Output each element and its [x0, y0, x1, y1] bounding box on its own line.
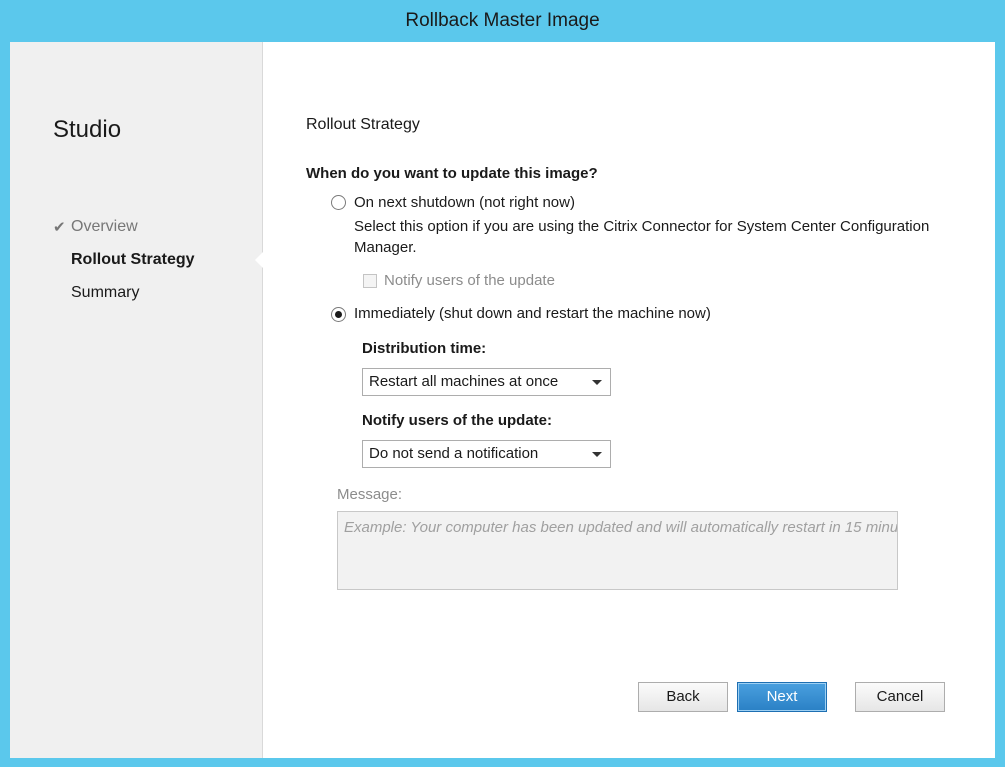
sidebar-app-title: Studio [53, 116, 122, 143]
page-title: Rollout Strategy [306, 116, 420, 133]
notify-users-label: Notify users of the update: [362, 412, 553, 429]
shutdown-option-description: Select this option if you are using the … [354, 218, 930, 256]
update-question: When do you want to update this image? [306, 165, 598, 182]
immediately-option-label[interactable]: Immediately (shut down and restart the m… [354, 305, 711, 322]
sidebar-item-label: Summary [71, 284, 140, 301]
immediately-radio[interactable] [331, 307, 346, 322]
wizard-client-area: Studio ✔ Overview Rollout Strategy Summa… [10, 42, 995, 758]
distribution-time-value: Restart all machines at once [369, 373, 559, 390]
window-title: Rollback Master Image [405, 10, 600, 31]
wizard-window: Rollback Master Image Studio ✔ Overview … [0, 0, 1005, 767]
distribution-time-select[interactable]: Restart all machines at once [362, 368, 611, 396]
sidebar-item-summary[interactable]: Summary [71, 284, 139, 302]
notify-users-checkbox-label: Notify users of the update [384, 272, 555, 289]
message-textarea[interactable]: Example: Your computer has been updated … [337, 511, 898, 590]
next-button[interactable]: Next [737, 682, 827, 712]
wizard-main-panel: Rollout Strategy When do you want to upd… [263, 42, 995, 758]
cancel-button[interactable]: Cancel [855, 682, 945, 712]
chevron-down-icon [592, 380, 602, 385]
wizard-sidebar: Studio ✔ Overview Rollout Strategy Summa… [10, 42, 263, 758]
sidebar-item-label: Overview [71, 218, 138, 235]
notify-users-value: Do not send a notification [369, 445, 539, 462]
message-placeholder: Example: Your computer has been updated … [344, 519, 898, 536]
sidebar-item-label: Rollout Strategy [71, 251, 195, 268]
notify-users-select[interactable]: Do not send a notification [362, 440, 611, 468]
message-label: Message: [337, 486, 403, 503]
distribution-time-label: Distribution time: [362, 340, 487, 357]
shutdown-option-label[interactable]: On next shutdown (not right now) [354, 194, 575, 211]
back-button[interactable]: Back [638, 682, 728, 712]
sidebar-item-rollout-strategy[interactable]: Rollout Strategy [71, 251, 195, 269]
sidebar-item-overview[interactable]: ✔ Overview [53, 218, 138, 236]
shutdown-radio[interactable] [331, 195, 346, 210]
notify-users-checkbox[interactable] [363, 274, 377, 288]
checkmark-icon: ✔ [53, 219, 66, 236]
chevron-down-icon [592, 452, 602, 457]
